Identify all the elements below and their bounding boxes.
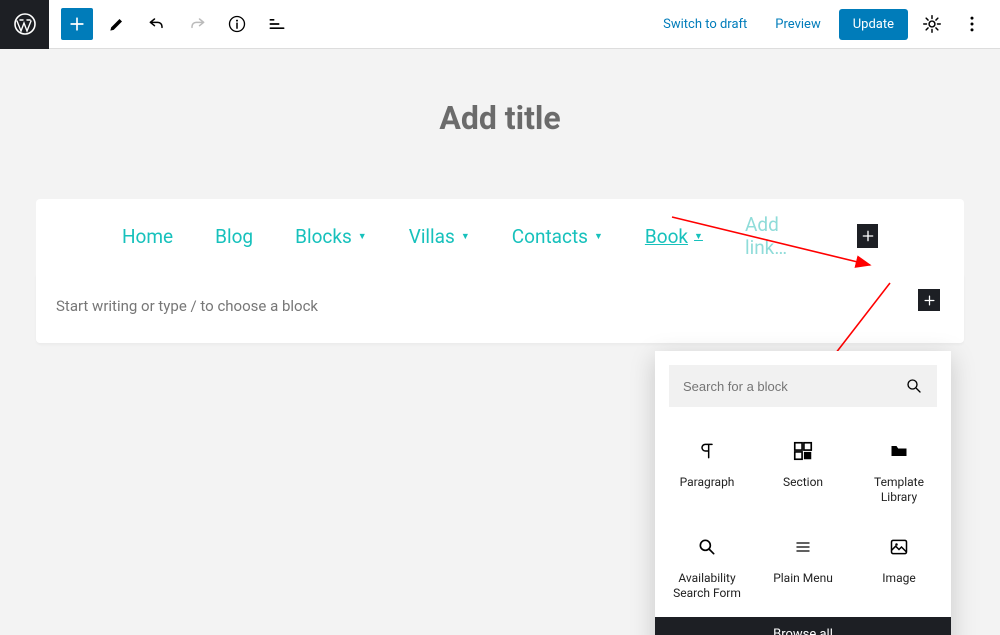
section-icon <box>792 437 814 465</box>
search-doc-icon <box>697 533 717 561</box>
nav-item-blog[interactable]: Blog <box>215 225 253 248</box>
writing-prompt-block[interactable]: Start writing or type / to choose a bloc… <box>36 273 964 343</box>
nav-item-villas[interactable]: Villas▼ <box>409 225 470 248</box>
paragraph-icon <box>697 437 717 465</box>
chevron-down-icon: ▼ <box>358 231 367 242</box>
inline-add-block-button[interactable] <box>918 289 940 311</box>
block-search-field[interactable] <box>669 365 937 407</box>
nav-item-blocks[interactable]: Blocks▼ <box>295 225 367 248</box>
kebab-menu-icon[interactable] <box>956 8 988 40</box>
outline-icon[interactable] <box>261 8 293 40</box>
topbar-tools <box>49 8 293 40</box>
update-button[interactable]: Update <box>839 9 908 40</box>
edit-tool-icon[interactable] <box>101 8 133 40</box>
editor-topbar: Switch to draft Preview Update <box>0 0 1000 49</box>
topbar-actions: Switch to draft Preview Update <box>653 8 1000 40</box>
block-paragraph[interactable]: Paragraph <box>661 421 753 513</box>
nav-menu-block[interactable]: Home Blog Blocks▼ Villas▼ Contacts▼ Book… <box>36 199 964 273</box>
redo-icon[interactable] <box>181 8 213 40</box>
settings-gear-icon[interactable] <box>916 8 948 40</box>
chevron-down-icon: ▼ <box>461 231 470 242</box>
nav-add-link-placeholder[interactable]: Add link… <box>745 213 815 259</box>
block-section[interactable]: Section <box>757 421 849 513</box>
image-icon <box>888 533 910 561</box>
page-title-input[interactable]: Add title <box>0 99 1000 137</box>
chevron-down-icon: ▼ <box>694 231 703 242</box>
block-inserter-popover: Paragraph Section Template Library Avail… <box>655 351 951 635</box>
block-plain-menu[interactable]: Plain Menu <box>757 517 849 609</box>
editor-canvas: Add title Home Blog Blocks▼ Villas▼ Cont… <box>0 49 1000 635</box>
switch-to-draft-link[interactable]: Switch to draft <box>653 11 757 38</box>
browse-all-button[interactable]: Browse all <box>655 617 951 635</box>
nav-item-book[interactable]: Book▼ <box>645 225 703 248</box>
chevron-down-icon: ▼ <box>594 231 603 242</box>
info-icon[interactable] <box>221 8 253 40</box>
menu-icon <box>793 533 813 561</box>
block-grid: Paragraph Section Template Library Avail… <box>655 411 951 617</box>
nav-item-home[interactable]: Home <box>122 225 173 248</box>
undo-icon[interactable] <box>141 8 173 40</box>
search-icon <box>905 377 923 395</box>
add-block-button[interactable] <box>61 8 93 40</box>
nav-add-item-button[interactable] <box>857 224 878 248</box>
writing-prompt-text: Start writing or type / to choose a bloc… <box>56 297 318 315</box>
block-search-input[interactable] <box>683 379 905 394</box>
block-template-library[interactable]: Template Library <box>853 421 945 513</box>
folder-icon <box>888 437 910 465</box>
wordpress-logo[interactable] <box>0 0 49 49</box>
preview-link[interactable]: Preview <box>765 11 830 38</box>
block-image[interactable]: Image <box>853 517 945 609</box>
nav-item-contacts[interactable]: Contacts▼ <box>512 225 603 248</box>
block-availability-search-form[interactable]: Availability Search Form <box>661 517 753 609</box>
